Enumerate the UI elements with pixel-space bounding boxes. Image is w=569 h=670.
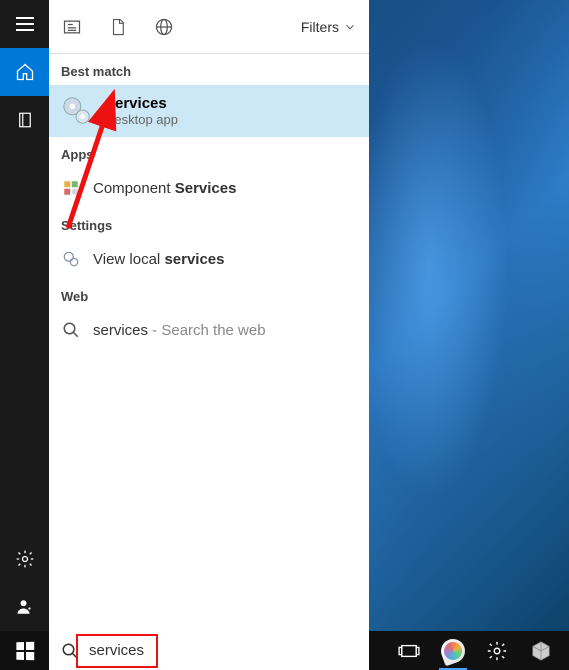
hamburger-icon: [16, 17, 34, 31]
settings-button[interactable]: [0, 535, 49, 583]
result-view-local-services[interactable]: View local services: [49, 239, 369, 279]
search-input[interactable]: [89, 642, 357, 659]
notebook-icon: [16, 111, 34, 129]
paint-icon: [438, 635, 469, 666]
component-services-icon: [61, 178, 81, 198]
local-services-icon: [61, 249, 81, 269]
tab-apps[interactable]: [61, 16, 83, 38]
start-button[interactable]: [0, 631, 49, 670]
services-gear-icon: [61, 95, 93, 127]
home-icon: [15, 62, 35, 82]
cube-icon: [530, 640, 552, 662]
filters-dropdown[interactable]: Filters: [301, 19, 357, 35]
document-icon: [109, 17, 127, 37]
news-icon: [62, 17, 82, 37]
result-text: View local services: [93, 251, 225, 268]
windows-logo-icon: [16, 641, 34, 660]
result-component-services[interactable]: Component Services: [49, 168, 369, 208]
chevron-down-icon: [343, 20, 357, 34]
section-settings: Settings: [49, 208, 369, 239]
person-icon: [16, 598, 34, 616]
search-icon: [61, 320, 81, 340]
panel-header: Filters: [49, 0, 369, 54]
result-services-app[interactable]: Services Desktop app: [49, 85, 369, 137]
gear-icon: [486, 640, 508, 662]
tab-web[interactable]: [153, 16, 175, 38]
result-web-search[interactable]: services - Search the web: [49, 310, 369, 350]
system-tray: [387, 631, 569, 670]
task-view-icon: [398, 642, 420, 660]
globe-icon: [154, 17, 174, 37]
filters-label: Filters: [301, 19, 339, 35]
tab-documents[interactable]: [107, 16, 129, 38]
taskbar-app-paint[interactable]: [431, 631, 475, 670]
search-icon: [61, 642, 79, 660]
gear-icon: [15, 549, 35, 569]
home-button[interactable]: [0, 48, 49, 96]
desktop-wallpaper: [369, 0, 569, 670]
result-text: Component Services: [93, 180, 236, 197]
notebook-button[interactable]: [0, 96, 49, 144]
menu-button[interactable]: [0, 0, 49, 48]
result-subtitle: Desktop app: [105, 112, 178, 127]
result-title: Services: [105, 95, 178, 112]
section-apps: Apps: [49, 137, 369, 168]
taskbar: [0, 631, 569, 670]
taskbar-search-box[interactable]: [49, 631, 369, 670]
taskbar-app-generic[interactable]: [519, 631, 563, 670]
search-results-panel: Filters Best match Services Desktop app …: [49, 0, 369, 631]
section-best-match: Best match: [49, 54, 369, 85]
section-web: Web: [49, 279, 369, 310]
result-text: services - Search the web: [93, 322, 266, 339]
task-view-button[interactable]: [387, 631, 431, 670]
cortana-left-rail: [0, 0, 49, 631]
feedback-button[interactable]: [0, 583, 49, 631]
taskbar-settings[interactable]: [475, 631, 519, 670]
